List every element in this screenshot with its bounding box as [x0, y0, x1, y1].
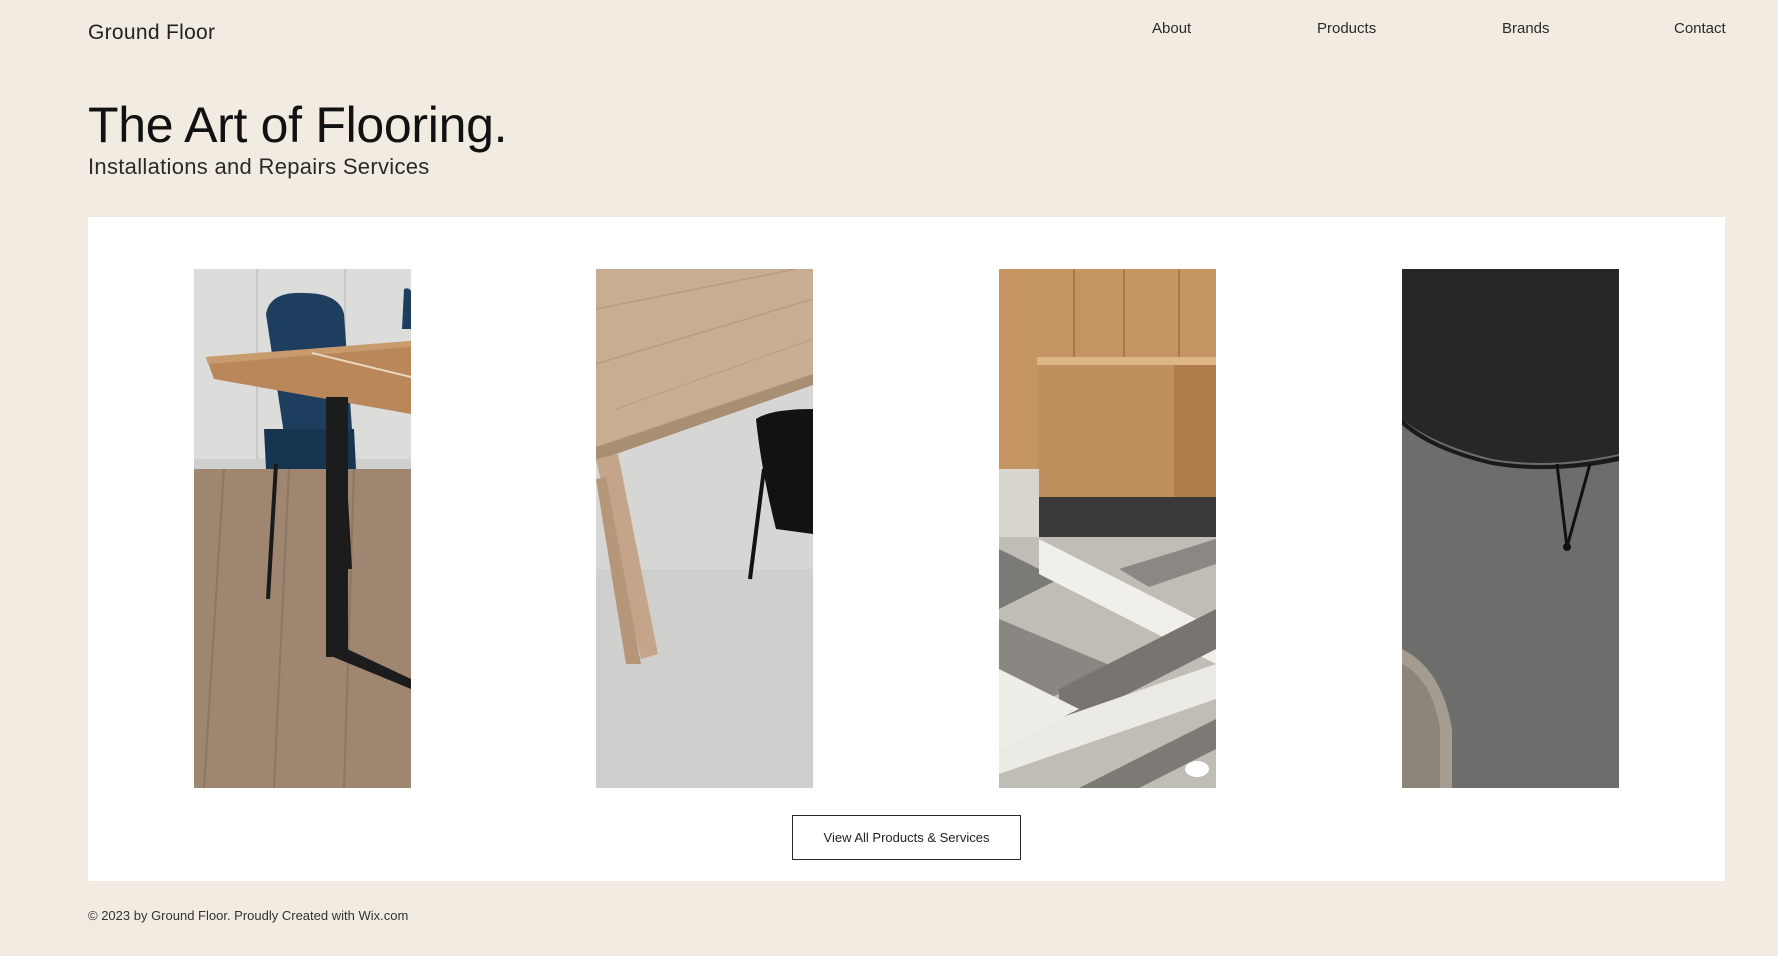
hero-subtitle: Installations and Repairs Services — [88, 154, 430, 179]
herringbone-photo — [999, 269, 1216, 788]
view-all-products-button[interactable]: View All Products & Services — [792, 815, 1021, 860]
gallery-image-dining-table[interactable] — [194, 269, 411, 788]
main-nav: About Products Brands Contact — [0, 20, 1778, 42]
gallery-image-dark-table[interactable] — [1402, 269, 1619, 788]
site-header: Ground Floor About Products Brands Conta… — [0, 0, 1778, 70]
nav-link-about[interactable]: About — [1152, 20, 1191, 37]
footer-copyright: © 2023 by Ground Floor. Proudly Created … — [88, 908, 409, 923]
wood-table-photo — [596, 269, 813, 788]
nav-link-products[interactable]: Products — [1317, 20, 1376, 37]
nav-link-contact[interactable]: Contact — [1674, 20, 1726, 37]
gallery-image-herringbone[interactable] — [999, 269, 1216, 788]
gallery-image-wood-table[interactable] — [596, 269, 813, 788]
dining-table-photo — [194, 269, 411, 788]
hero-title: The Art of Flooring. — [88, 97, 508, 153]
nav-link-brands[interactable]: Brands — [1502, 20, 1550, 37]
gallery-panel: View All Products & Services — [88, 217, 1725, 881]
dark-table-photo — [1402, 269, 1619, 788]
